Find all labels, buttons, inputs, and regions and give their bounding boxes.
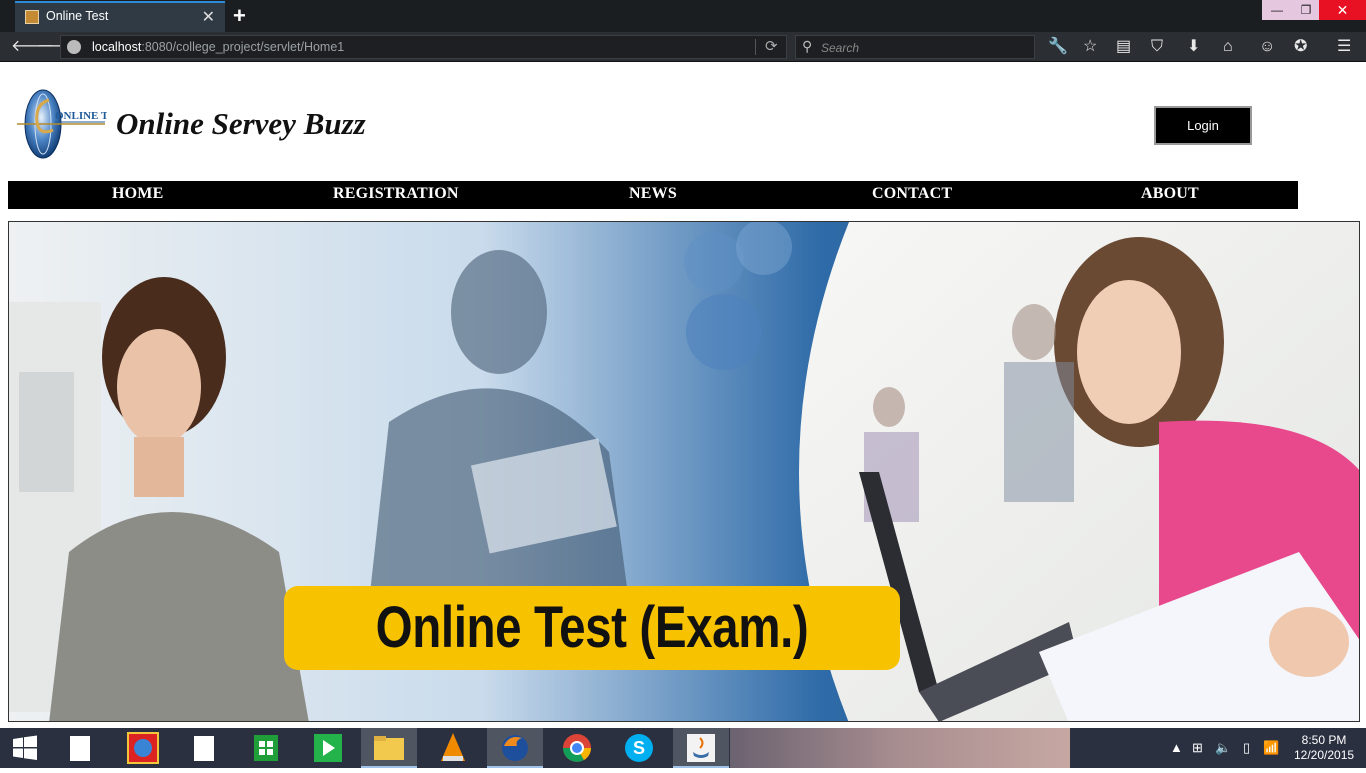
browser-tab-strip: Online Test ✕ + — ❐ ✕ bbox=[0, 0, 1366, 32]
menu-item-about[interactable]: ABOUT bbox=[1141, 185, 1199, 203]
close-window-icon[interactable]: ✕ bbox=[1319, 0, 1366, 20]
bookmark-star-icon[interactable]: ☆ bbox=[1083, 37, 1097, 57]
taskbar-document-icon[interactable] bbox=[176, 728, 232, 768]
extension-icon[interactable]: ✪ bbox=[1294, 37, 1307, 57]
taskbar-vlc-icon[interactable] bbox=[425, 728, 481, 768]
tab-title: Online Test bbox=[46, 9, 109, 23]
page-favicon-icon bbox=[25, 10, 39, 24]
site-title: Online Servey Buzz bbox=[116, 106, 366, 141]
clock-date: 12/20/2015 bbox=[1294, 748, 1355, 762]
search-icon: ⚲ bbox=[802, 38, 813, 54]
home-icon[interactable]: ⌂ bbox=[1223, 37, 1233, 57]
menu-item-contact[interactable]: CONTACT bbox=[872, 185, 952, 203]
taskbar-skype-icon[interactable]: S bbox=[611, 728, 667, 768]
browser-tab[interactable]: Online Test ✕ bbox=[15, 1, 225, 32]
start-windows-icon[interactable] bbox=[11, 734, 39, 762]
banner-headline: Online Test (Exam.) bbox=[375, 595, 809, 660]
clock-time: 8:50 PM bbox=[1301, 733, 1347, 747]
reading-list-icon[interactable]: ▤ bbox=[1116, 37, 1131, 57]
main-menu: HOME REGISTRATION NEWS CONTACT ABOUT bbox=[8, 181, 1298, 209]
download-icon[interactable]: ⬇ bbox=[1187, 37, 1200, 57]
menu-item-registration[interactable]: REGISTRATION bbox=[333, 185, 459, 203]
logo-text: ONLINE TEST bbox=[55, 110, 107, 122]
maximize-window-icon[interactable]: ❐ bbox=[1291, 0, 1321, 20]
wrench-icon[interactable]: 🔧 bbox=[1048, 37, 1068, 57]
taskbar-store-icon[interactable] bbox=[238, 728, 294, 768]
site-logo: ONLINE TEST bbox=[17, 89, 107, 159]
taskbar-firefox-icon[interactable] bbox=[487, 728, 543, 768]
url-host: localhost bbox=[92, 40, 142, 54]
url-path: :8080/college_project/servlet/Home1 bbox=[141, 40, 345, 54]
address-bar[interactable]: localhost:8080/college_project/servlet/H… bbox=[60, 35, 787, 59]
site-info-icon[interactable] bbox=[67, 40, 81, 54]
taskbar-chrome-icon[interactable] bbox=[549, 728, 605, 768]
search-placeholder: Search bbox=[821, 41, 860, 55]
battery-icon[interactable]: ▯ bbox=[1243, 740, 1250, 756]
network-icon[interactable]: 📶 bbox=[1263, 740, 1279, 756]
menu-item-home[interactable]: HOME bbox=[112, 185, 163, 203]
minimize-window-icon[interactable]: — bbox=[1262, 0, 1292, 20]
volume-icon[interactable]: 🔈 bbox=[1215, 740, 1231, 756]
search-input[interactable]: ⚲ Search bbox=[795, 35, 1035, 59]
hero-banner: Online Test (Exam.) bbox=[8, 221, 1360, 722]
taskbar-wallpaper-area bbox=[730, 728, 1070, 768]
reload-icon[interactable]: ⟳ bbox=[765, 37, 778, 55]
login-button[interactable]: Login bbox=[1154, 106, 1252, 145]
urlbar-divider bbox=[755, 39, 756, 55]
taskbar-java-icon[interactable] bbox=[673, 728, 729, 768]
hamburger-menu-icon[interactable]: ☰ bbox=[1337, 37, 1351, 57]
windows-taskbar: S ▲ ⊞ 🔈 ▯ 📶 8:50 PM 12/20/2015 bbox=[0, 728, 1366, 768]
taskbar-file-icon[interactable] bbox=[52, 728, 108, 768]
taskbar-chrome-beta-icon[interactable] bbox=[115, 728, 171, 768]
url-text: localhost:8080/college_project/servlet/H… bbox=[92, 40, 344, 54]
taskbar-clock[interactable]: 8:50 PM 12/20/2015 bbox=[1294, 733, 1354, 763]
windows-tray-icon[interactable]: ⊞ bbox=[1192, 740, 1203, 756]
menu-item-news[interactable]: NEWS bbox=[629, 185, 677, 203]
pocket-icon[interactable]: ⛉ bbox=[1151, 37, 1163, 57]
taskbar-player-icon[interactable] bbox=[300, 728, 356, 768]
taskbar-file-explorer-icon[interactable] bbox=[361, 728, 417, 768]
svg-text:S: S bbox=[633, 738, 645, 758]
show-hidden-icons-icon[interactable]: ▲ bbox=[1170, 740, 1183, 755]
close-tab-icon[interactable]: ✕ bbox=[202, 7, 215, 27]
browser-toolbar: 🡐 🡒 localhost:8080/college_project/servl… bbox=[0, 32, 1366, 62]
new-tab-icon[interactable]: + bbox=[233, 3, 246, 29]
hello-icon[interactable]: ☺ bbox=[1259, 37, 1275, 57]
